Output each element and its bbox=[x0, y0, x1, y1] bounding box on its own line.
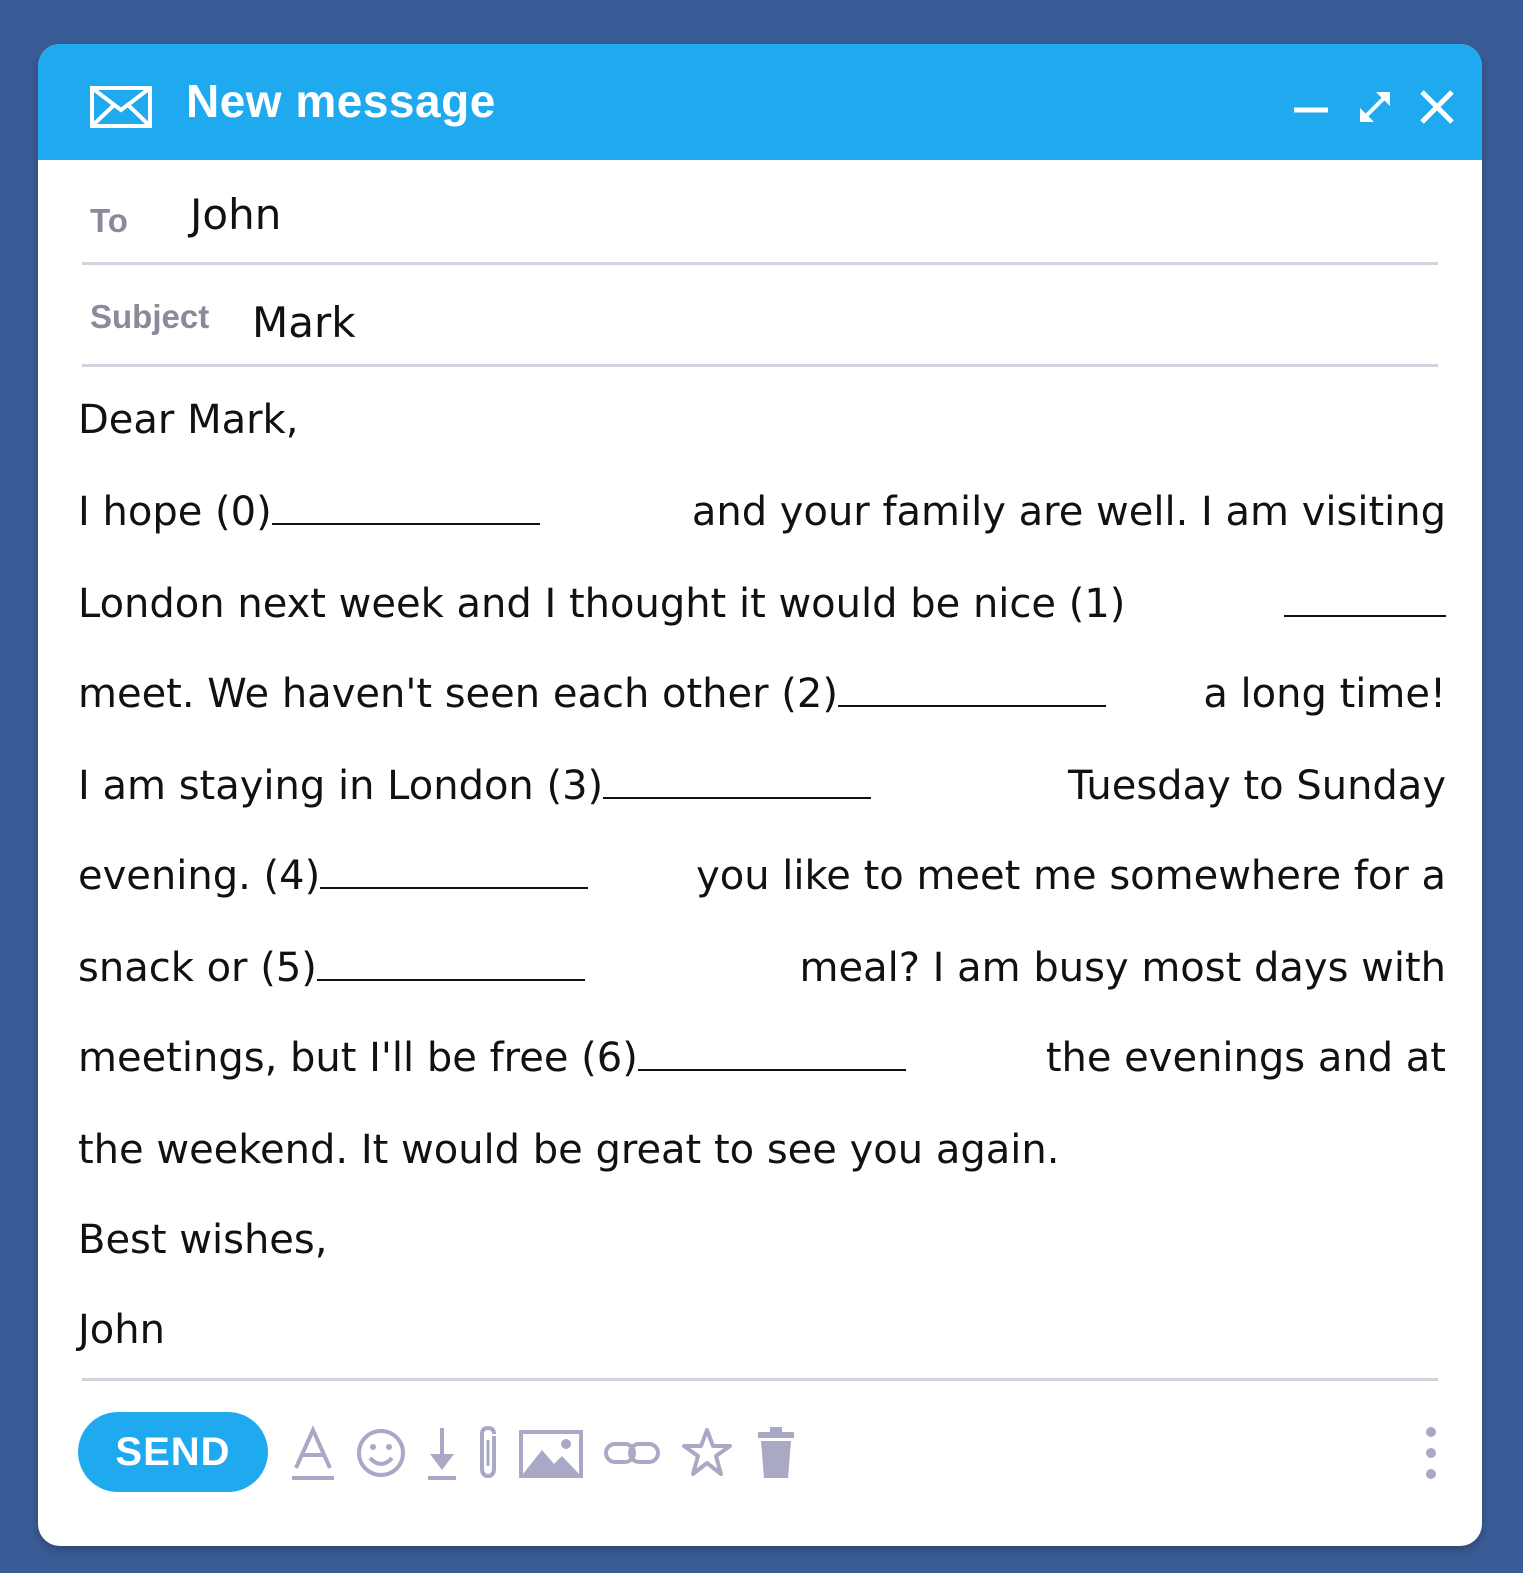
letter-line-7: meetings, but I'll be free (6) the eveni… bbox=[78, 1028, 1446, 1088]
divider bbox=[82, 364, 1438, 367]
subject-label: Subject bbox=[90, 298, 210, 335]
gap-blank-3[interactable] bbox=[603, 797, 872, 799]
expand-icon[interactable] bbox=[1354, 86, 1396, 128]
gap-blank-6[interactable] bbox=[637, 1069, 906, 1071]
gap-blank-4[interactable] bbox=[320, 887, 589, 889]
compose-window: New message To John Subject Mark Dear Ma… bbox=[38, 44, 1482, 1546]
line-text: you like to meet me somewhere for a bbox=[696, 853, 1446, 899]
line-text: meet. We haven't seen each other (2) bbox=[78, 671, 838, 717]
letter-line-4: I am staying in London (3) Tuesday to Su… bbox=[78, 756, 1446, 816]
more-options-icon[interactable] bbox=[1424, 1424, 1438, 1482]
subject-field[interactable]: Subject Mark bbox=[82, 294, 1438, 374]
line-text: evening. (4) bbox=[78, 853, 321, 899]
line-text: and your family are well. I am visiting bbox=[691, 489, 1446, 535]
text-format-icon[interactable] bbox=[290, 1424, 336, 1482]
line-text: meetings, but I'll be free (6) bbox=[78, 1035, 638, 1081]
gap-blank-0[interactable] bbox=[271, 523, 540, 525]
minimize-icon[interactable] bbox=[1290, 86, 1332, 128]
line-text: I hope (0) bbox=[78, 489, 272, 535]
line-text: London next week and I thought it would … bbox=[78, 581, 1126, 627]
letter-line-6: snack or (5) meal? I am busy most days w… bbox=[78, 938, 1446, 998]
line-text: I am staying in London (3) bbox=[78, 763, 604, 809]
letter-line-5: evening. (4) you like to meet me somewhe… bbox=[78, 846, 1446, 906]
closing: Best wishes, bbox=[78, 1217, 328, 1263]
to-field[interactable]: To John bbox=[82, 190, 1438, 270]
send-button[interactable]: SEND bbox=[78, 1412, 268, 1492]
title-bar: New message bbox=[38, 44, 1482, 160]
to-value[interactable]: John bbox=[190, 190, 281, 239]
salutation: Dear Mark, bbox=[78, 397, 299, 443]
link-icon[interactable] bbox=[602, 1424, 662, 1482]
divider bbox=[82, 262, 1438, 265]
subject-value[interactable]: Mark bbox=[252, 298, 356, 347]
line-text: snack or (5) bbox=[78, 945, 317, 991]
gap-blank-2[interactable] bbox=[837, 705, 1106, 707]
letter-line-1: I hope (0) and your family are well. I a… bbox=[78, 482, 1446, 542]
gap-blank-1[interactable] bbox=[1284, 615, 1446, 617]
gap-blank-5[interactable] bbox=[316, 979, 585, 981]
letter-line-3: meet. We haven't seen each other (2) a l… bbox=[78, 664, 1446, 724]
message-body[interactable]: Dear Mark, I hope (0) and your family ar… bbox=[78, 390, 1446, 1370]
line-text: the evenings and at bbox=[1045, 1035, 1446, 1081]
emoji-icon[interactable] bbox=[354, 1424, 408, 1482]
signature: John bbox=[78, 1307, 165, 1353]
window-title: New message bbox=[186, 75, 496, 127]
line-text: Tuesday to Sunday bbox=[1068, 763, 1446, 809]
close-icon[interactable] bbox=[1416, 86, 1458, 128]
line-text: a long time! bbox=[1203, 671, 1446, 717]
letter-line-2: London next week and I thought it would … bbox=[78, 574, 1446, 634]
envelope-icon bbox=[90, 86, 152, 128]
divider bbox=[82, 1378, 1438, 1381]
star-icon[interactable] bbox=[680, 1424, 734, 1482]
letter-line-8: the weekend. It would be great to see yo… bbox=[78, 1127, 1060, 1173]
attachment-icon[interactable] bbox=[474, 1424, 504, 1482]
image-icon[interactable] bbox=[518, 1424, 584, 1482]
trash-icon[interactable] bbox=[754, 1424, 798, 1482]
to-label: To bbox=[90, 202, 128, 239]
line-text: meal? I am busy most days with bbox=[799, 945, 1446, 991]
download-icon[interactable] bbox=[424, 1424, 460, 1482]
